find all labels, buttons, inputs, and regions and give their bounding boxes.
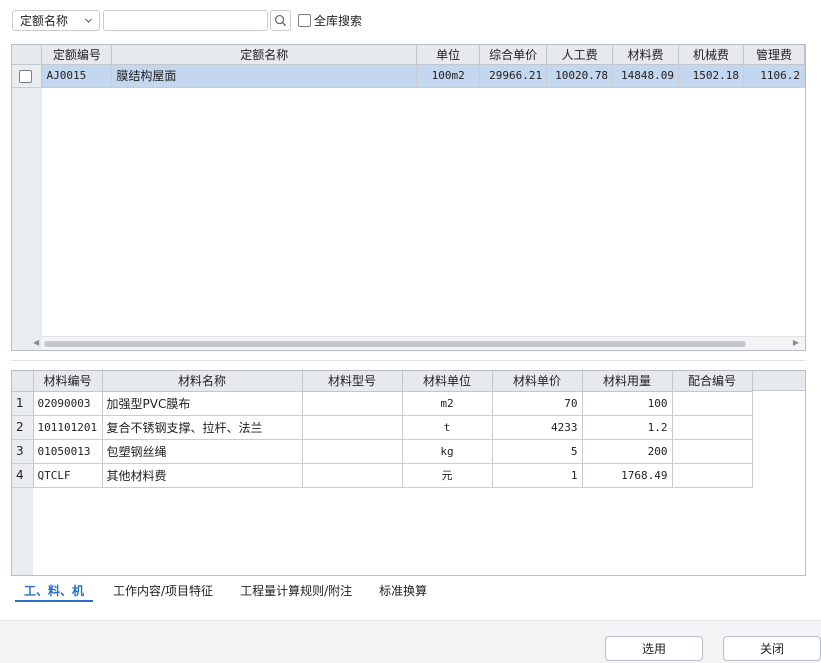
- material-col-code[interactable]: 材料编号: [33, 371, 103, 392]
- detail-tabs: 工、料、机 工作内容/项目特征 工程量计算规则/附注 标准换算: [15, 582, 447, 602]
- scroll-right-arrow-icon[interactable]: ▶: [793, 338, 799, 347]
- search-field-select[interactable]: 定额名称: [12, 9, 100, 31]
- quota-unit: 100m2: [416, 64, 481, 88]
- search-icon: [274, 14, 287, 26]
- row-index: 1: [12, 391, 34, 416]
- material-col-qty[interactable]: 材料用量: [582, 371, 673, 392]
- material-grid: 材料编号 材料名称 材料型号 材料单位 材料单价 材料用量 配合编号 1 020…: [11, 370, 806, 576]
- material-header-filler: [752, 371, 805, 391]
- global-search-checkbox[interactable]: [298, 13, 311, 27]
- quota-labor: 10020.78: [546, 64, 614, 88]
- material-name: 其他材料费: [102, 463, 303, 488]
- quota-col-material[interactable]: 材料费: [612, 45, 680, 65]
- material-name: 复合不锈钢支撑、拉杆、法兰: [102, 415, 303, 440]
- material-col-price[interactable]: 材料单价: [492, 371, 583, 392]
- quota-col-unit[interactable]: 单位: [416, 45, 481, 65]
- material-code: 02090003: [33, 391, 103, 416]
- quota-material: 14848.09: [612, 64, 680, 88]
- material-price: 1: [492, 463, 583, 488]
- search-bar: 定额名称 全库搜索: [12, 9, 362, 31]
- quota-header-row: 定额编号 定额名称 单位 综合单价 人工费 材料费 机械费 管理费: [12, 45, 805, 65]
- material-model[interactable]: [302, 439, 403, 464]
- material-row[interactable]: 1 02090003 加强型PVC膜布 m2 70 100: [12, 391, 753, 416]
- material-model[interactable]: [302, 391, 403, 416]
- quota-col-name[interactable]: 定额名称: [111, 45, 418, 65]
- material-col-model[interactable]: 材料型号: [302, 371, 403, 392]
- material-qty: 1768.49: [582, 463, 673, 488]
- material-col-unit[interactable]: 材料单位: [402, 371, 493, 392]
- quota-col-labor[interactable]: 人工费: [546, 45, 614, 65]
- quota-horizontal-scrollbar[interactable]: ◀ ▶: [33, 336, 805, 350]
- tab-work-content[interactable]: 工作内容/项目特征: [106, 582, 220, 602]
- material-table: 材料编号 材料名称 材料型号 材料单位 材料单价 材料用量 配合编号 1 020…: [12, 371, 753, 488]
- global-search-label: 全库搜索: [314, 13, 363, 28]
- material-qty: 100: [582, 391, 673, 416]
- material-row[interactable]: 2 101101201 复合不锈钢支撑、拉杆、法兰 t 4233 1.2: [12, 415, 753, 440]
- material-unit: t: [402, 415, 493, 440]
- search-button[interactable]: [270, 9, 291, 31]
- quota-row-header-strip: [12, 45, 42, 350]
- material-header-row: 材料编号 材料名称 材料型号 材料单位 材料单价 材料用量 配合编号: [12, 371, 753, 392]
- material-unit: 元: [402, 463, 493, 488]
- quota-unit-price: 29966.21: [479, 64, 548, 88]
- material-price: 70: [492, 391, 583, 416]
- material-col-mix[interactable]: 配合编号: [672, 371, 753, 392]
- material-mix[interactable]: [672, 391, 753, 416]
- material-col-name[interactable]: 材料名称: [102, 371, 303, 392]
- panel-divider[interactable]: [11, 360, 806, 361]
- quota-table: 定额编号 定额名称 单位 综合单价 人工费 材料费 机械费 管理费 AJ0015…: [12, 45, 805, 88]
- quota-row-select[interactable]: [12, 64, 43, 88]
- material-row[interactable]: 4 QTCLF 其他材料费 元 1 1768.49: [12, 463, 753, 488]
- tab-standard-conversion[interactable]: 标准换算: [372, 582, 434, 602]
- quota-col-management[interactable]: 管理费: [743, 45, 805, 65]
- material-code: 101101201: [33, 415, 103, 440]
- row-index: 3: [12, 439, 34, 464]
- material-unit: kg: [402, 439, 493, 464]
- quota-row[interactable]: AJ0015 膜结构屋面 100m2 29966.21 10020.78 148…: [12, 64, 805, 88]
- scroll-left-arrow-icon[interactable]: ◀: [33, 338, 39, 347]
- dialog-footer: 选用 关闭: [0, 620, 821, 663]
- material-name: 包塑钢丝绳: [102, 439, 303, 464]
- global-search-toggle[interactable]: 全库搜索: [298, 12, 362, 29]
- material-mix[interactable]: [672, 439, 753, 464]
- row-index: 4: [12, 463, 34, 488]
- material-model[interactable]: [302, 463, 403, 488]
- search-input[interactable]: [103, 9, 268, 31]
- material-mix[interactable]: [672, 463, 753, 488]
- material-row[interactable]: 3 01050013 包塑钢丝绳 kg 5 200: [12, 439, 753, 464]
- close-button[interactable]: 关闭: [723, 636, 821, 661]
- quota-name: 膜结构屋面: [111, 64, 418, 88]
- quota-col-machine[interactable]: 机械费: [678, 45, 744, 65]
- tab-calc-rules[interactable]: 工程量计算规则/附注: [233, 582, 359, 602]
- material-qty: 1.2: [582, 415, 673, 440]
- quota-management: 1106.2: [743, 64, 805, 88]
- quota-corner-header: [12, 45, 43, 65]
- row-index: 2: [12, 415, 34, 440]
- material-code: 01050013: [33, 439, 103, 464]
- scrollbar-thumb[interactable]: [44, 341, 746, 347]
- quota-grid: 定额编号 定额名称 单位 综合单价 人工费 材料费 机械费 管理费 AJ0015…: [11, 44, 806, 351]
- material-price: 4233: [492, 415, 583, 440]
- material-price: 5: [492, 439, 583, 464]
- quota-col-unit-price[interactable]: 综合单价: [479, 45, 548, 65]
- material-unit: m2: [402, 391, 493, 416]
- material-corner-header: [12, 371, 34, 392]
- material-qty: 200: [582, 439, 673, 464]
- chevron-down-icon: [84, 18, 93, 23]
- tab-labor-material-machine[interactable]: 工、料、机: [15, 582, 94, 602]
- quota-machine: 1502.18: [678, 64, 744, 88]
- material-model[interactable]: [302, 415, 403, 440]
- material-mix[interactable]: [672, 415, 753, 440]
- material-name: 加强型PVC膜布: [102, 391, 303, 416]
- search-field-selected: 定额名称: [20, 13, 69, 28]
- row-checkbox[interactable]: [19, 69, 32, 83]
- material-code: QTCLF: [33, 463, 103, 488]
- select-button[interactable]: 选用: [605, 636, 703, 661]
- quota-col-code[interactable]: 定额编号: [41, 45, 113, 65]
- quota-code: AJ0015: [41, 64, 113, 88]
